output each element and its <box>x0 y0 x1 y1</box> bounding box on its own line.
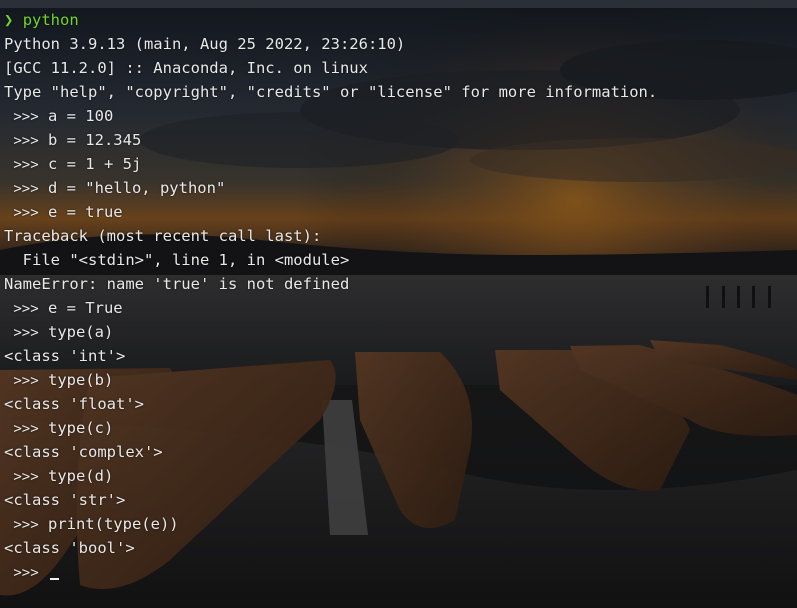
repl-input-text: type(a) <box>47 323 114 341</box>
repl-prompt: >>> <box>13 421 39 437</box>
repl-output-text: Type "help", "copyright", "credits" or "… <box>4 83 658 101</box>
repl-prompt: >>> <box>13 157 39 173</box>
repl-output-text: Python 3.9.13 (main, Aug 25 2022, 23:26:… <box>4 35 406 53</box>
repl-prompt: >>> <box>13 301 39 317</box>
repl-input-text: type(b) <box>47 371 114 389</box>
repl-output-text: [GCC 11.2.0] :: Anaconda, Inc. on linux <box>4 59 368 77</box>
repl-prompt: >>> <box>13 469 39 485</box>
repl-input-line: >>> type(a) <box>4 320 657 344</box>
repl-output-line: File "<stdin>", line 1, in <module> <box>4 248 657 272</box>
repl-input-line: >>> type(b) <box>4 368 657 392</box>
repl-input-line: >>> print(type(e)) <box>4 512 657 536</box>
repl-input-text: type(c) <box>47 419 114 437</box>
repl-input-text: a = 100 <box>47 107 114 125</box>
repl-output-line: Traceback (most recent call last): <box>4 224 657 248</box>
text-cursor[interactable] <box>49 578 59 580</box>
repl-output-text: <class 'int'> <box>4 347 126 365</box>
repl-prompt: >>> <box>13 517 39 533</box>
repl-output-text: <class 'float'> <box>4 395 144 413</box>
repl-input-line: >>> e = True <box>4 296 657 320</box>
repl-input-line: >>> type(c) <box>4 416 657 440</box>
repl-output-line: [GCC 11.2.0] :: Anaconda, Inc. on linux <box>4 56 657 80</box>
repl-output-text: NameError: name 'true' is not defined <box>4 275 350 293</box>
repl-input-text: b = 12.345 <box>47 131 142 149</box>
repl-input-text: type(d) <box>47 467 114 485</box>
repl-input-text: c = 1 + 5j <box>47 155 142 173</box>
repl-prompt: >>> <box>13 565 39 581</box>
repl-output-text: File "<stdin>", line 1, in <module> <box>4 251 350 269</box>
repl-output-line: Python 3.9.13 (main, Aug 25 2022, 23:26:… <box>4 32 657 56</box>
repl-output-line: <class 'str'> <box>4 488 657 512</box>
repl-input-text: e = true <box>47 203 123 221</box>
repl-prompt: >>> <box>13 109 39 125</box>
repl-output-line: Type "help", "copyright", "credits" or "… <box>4 80 657 104</box>
repl-input-line: >>> b = 12.345 <box>4 128 657 152</box>
repl-input-line: >>> c = 1 + 5j <box>4 152 657 176</box>
repl-input-line: >>> type(d) <box>4 464 657 488</box>
repl-prompt: >>> <box>13 373 39 389</box>
window-top-strip <box>0 0 797 8</box>
repl-output-text: <class 'bool'> <box>4 539 135 557</box>
repl-output-text: <class 'complex'> <box>4 443 163 461</box>
repl-output-line: <class 'float'> <box>4 392 657 416</box>
repl-input-text: print(type(e)) <box>47 515 179 533</box>
terminal-window[interactable]: ❯ python Python 3.9.13 (main, Aug 25 2022… <box>0 0 797 608</box>
repl-input-line: >>> d = "hello, python" <box>4 176 657 200</box>
shell-prompt-line: ❯ python <box>4 8 657 32</box>
repl-prompt: >>> <box>13 181 39 197</box>
repl-output-line: NameError: name 'true' is not defined <box>4 272 657 296</box>
repl-output-text: <class 'str'> <box>4 491 126 509</box>
repl-input-line: >>> e = true <box>4 200 657 224</box>
terminal-output: ❯ python Python 3.9.13 (main, Aug 25 2022… <box>4 8 657 584</box>
repl-prompt: >>> <box>13 325 39 341</box>
repl-input-text: d = "hello, python" <box>47 179 226 197</box>
repl-output-line: <class 'complex'> <box>4 440 657 464</box>
repl-output-text: Traceback (most recent call last): <box>4 227 322 245</box>
shell-prompt-symbol: ❯ <box>4 11 14 29</box>
repl-output-line: <class 'bool'> <box>4 536 657 560</box>
repl-prompt: >>> <box>13 205 39 221</box>
repl-input-text: e = True <box>47 299 123 317</box>
shell-command: python <box>22 11 79 29</box>
repl-output-line: <class 'int'> <box>4 344 657 368</box>
repl-input-line: >>> a = 100 <box>4 104 657 128</box>
repl-prompt: >>> <box>13 133 39 149</box>
repl-active-prompt-line[interactable]: >>> <box>4 560 657 584</box>
